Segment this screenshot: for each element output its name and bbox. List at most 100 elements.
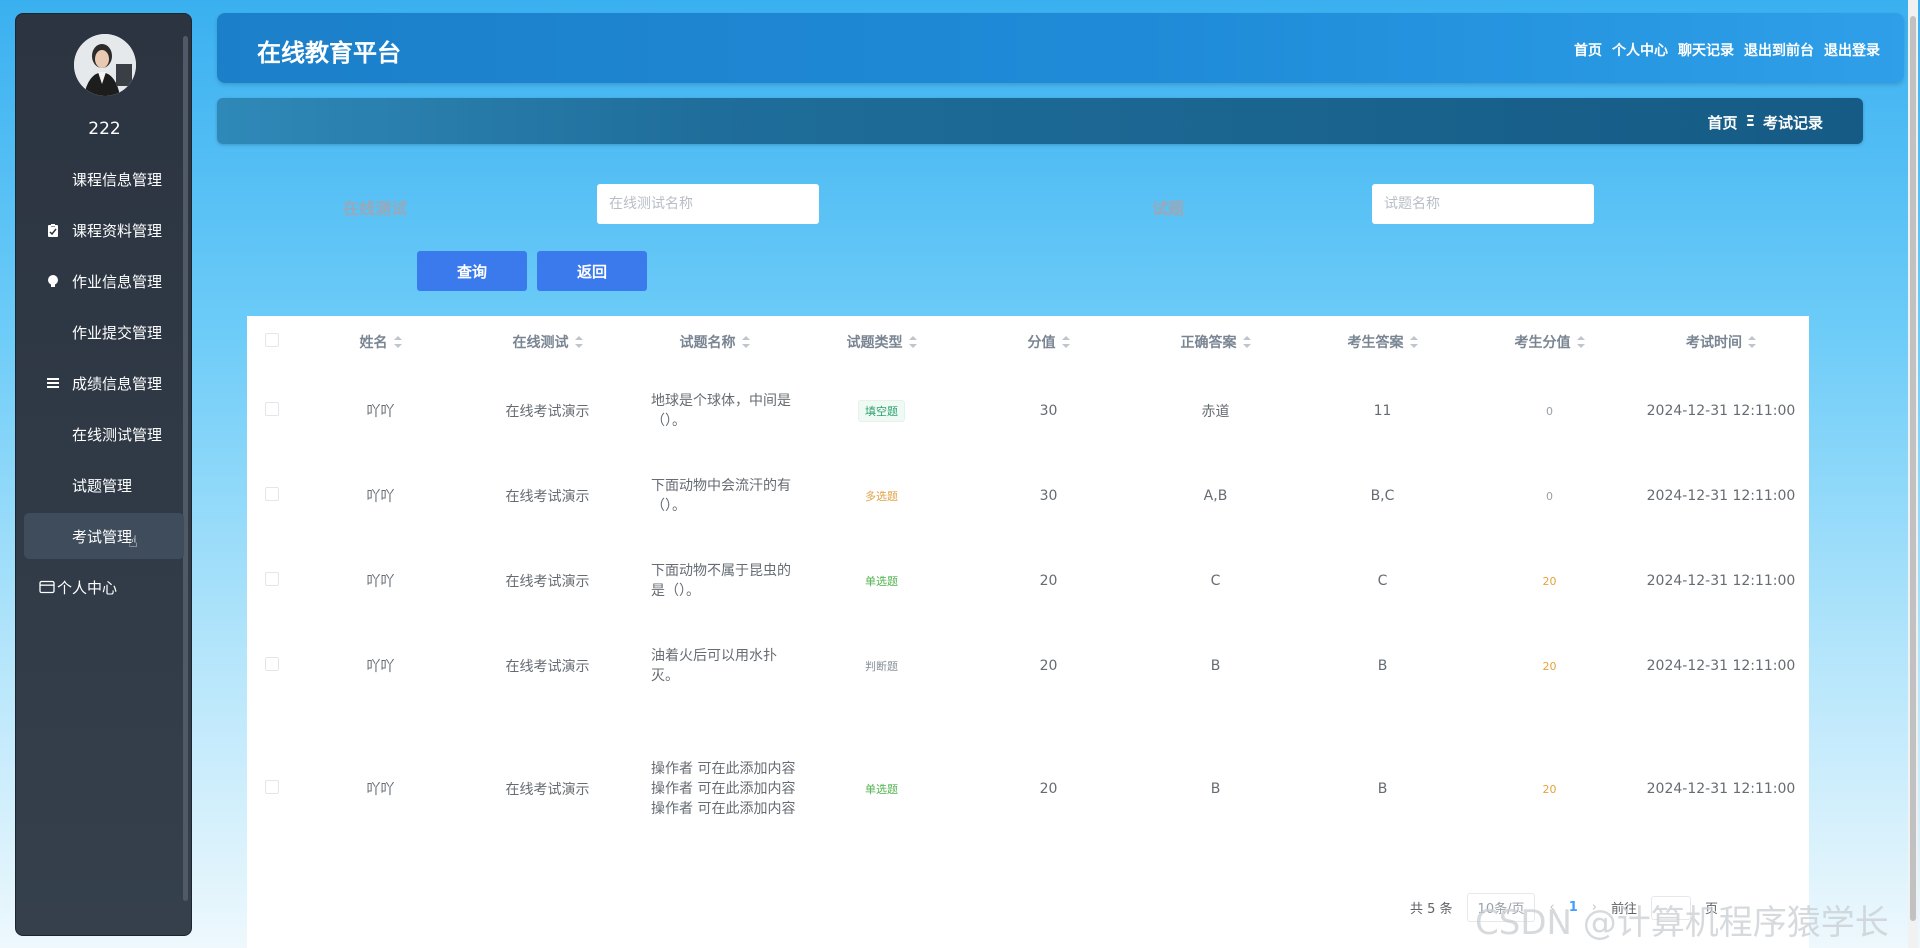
row-checkbox[interactable] xyxy=(265,571,279,586)
sidebar-item-label: 考试管理 xyxy=(72,527,133,546)
sort-icon[interactable] xyxy=(1409,336,1418,348)
cell-question: 下面动物不属于昆虫的是（）。 xyxy=(651,562,791,599)
cell-score: 20 xyxy=(1039,781,1058,797)
cell-student-answer: B xyxy=(1377,781,1388,797)
header-nav: 首页 个人中心 聊天记录 退出到前台 退出登录 xyxy=(1574,40,1880,60)
cell-score: 30 xyxy=(1039,487,1058,504)
cell-test: 在线考试演示 xyxy=(505,403,590,420)
column-header[interactable]: 试题名称 xyxy=(631,316,798,368)
cell-question: 油着火后可以用水扑灭。 xyxy=(651,647,777,684)
column-header[interactable]: 正确答案 xyxy=(1132,316,1299,368)
cell-correct-answer: 赤道 xyxy=(1201,403,1230,420)
query-button[interactable]: 查询 xyxy=(417,251,527,291)
sidebar-item-homework-info[interactable]: 作业信息管理 xyxy=(24,258,184,304)
column-header[interactable]: 考生答案 xyxy=(1299,316,1466,368)
sort-icon[interactable] xyxy=(574,336,583,348)
page-scrollbar-thumb[interactable] xyxy=(1910,16,1916,921)
sort-icon[interactable] xyxy=(1748,336,1756,348)
sidebar: 222 课程信息管理 课程资料管理 作业信息管理 作业提交管理 成绩信息管理 在… xyxy=(15,13,192,936)
back-button[interactable]: 返回 xyxy=(537,251,647,291)
question-type-badge: 单选题 xyxy=(865,574,898,588)
online-test-label: 在线测试 xyxy=(343,199,408,218)
grid-icon xyxy=(46,172,60,186)
nav-chat-records[interactable]: 聊天记录 xyxy=(1678,40,1734,60)
nav-exit-to-front[interactable]: 退出到前台 xyxy=(1744,40,1814,60)
column-header[interactable]: 试题类型 xyxy=(798,316,965,368)
nav-logout[interactable]: 退出登录 xyxy=(1824,40,1880,60)
sidebar-item-label: 课程资料管理 xyxy=(72,221,163,240)
cell-student-score: 20 xyxy=(1542,783,1557,796)
cell-exam-time: 2024-12-31 12:11:00 xyxy=(1646,402,1796,419)
question-type-badge: 单选题 xyxy=(865,783,898,796)
cell-student-score: 20 xyxy=(1542,659,1557,673)
sidebar-item-personal-center[interactable]: 个人中心 xyxy=(24,564,184,610)
cell-correct-answer: A,B xyxy=(1203,487,1228,504)
cell-student-answer: 11 xyxy=(1373,402,1392,419)
question-search-input[interactable] xyxy=(1372,184,1594,224)
sort-icon[interactable] xyxy=(1061,336,1070,348)
watermark: CSDN @计算机程序猿学长 xyxy=(1475,903,1889,943)
cell-score: 20 xyxy=(1039,657,1058,674)
table-row[interactable]: 吖吖 在线考试演示 油着火后可以用水扑灭。 判断题 20 B B 20 2024… xyxy=(247,623,1809,708)
sidebar-item-questions[interactable]: 试题管理 xyxy=(24,462,184,508)
sort-icon[interactable] xyxy=(908,336,917,348)
sort-icon[interactable] xyxy=(741,336,750,348)
cell-test: 在线考试演示 xyxy=(505,658,590,675)
table-row[interactable]: 吖吖 在线考试演示 下面动物中会流汗的有（）。 多选题 30 A,B B,C 0… xyxy=(247,453,1809,538)
sidebar-item-homework-submit[interactable]: 作业提交管理 xyxy=(24,309,184,355)
cell-exam-time: 2024-12-31 12:11:00 xyxy=(1646,487,1796,504)
sidebar-item-online-test[interactable]: 在线测试管理 xyxy=(24,411,184,457)
select-all-checkbox[interactable] xyxy=(265,333,279,347)
cell-correct-answer: B xyxy=(1210,781,1221,797)
sidebar-item-course-info[interactable]: 课程信息管理 xyxy=(24,156,184,202)
cell-student-answer: B,C xyxy=(1370,487,1395,504)
nav-personal-center[interactable]: 个人中心 xyxy=(1612,40,1668,60)
question-type-badge: 多选题 xyxy=(865,489,898,503)
sidebar-item-label: 在线测试管理 xyxy=(72,425,163,444)
breadcrumb-bar: 首页 Ξ 考试记录 xyxy=(217,98,1863,144)
nav-home[interactable]: 首页 xyxy=(1574,40,1602,60)
sidebar-item-exams[interactable]: 考试管理 ☝ xyxy=(24,513,184,559)
cell-name: 吖吖 xyxy=(366,573,395,590)
sidebar-item-label: 个人中心 xyxy=(57,578,118,597)
row-checkbox[interactable] xyxy=(265,486,279,501)
cell-question: 下面动物中会流汗的有（）。 xyxy=(651,477,791,514)
cell-exam-time: 2024-12-31 12:11:00 xyxy=(1646,572,1796,589)
sidebar-menu: 课程信息管理 课程资料管理 作业信息管理 作业提交管理 成绩信息管理 在线测试管… xyxy=(24,156,184,615)
sort-icon[interactable] xyxy=(1576,336,1585,348)
cell-name: 吖吖 xyxy=(366,488,395,505)
column-header[interactable]: 在线测试 xyxy=(464,316,631,368)
column-header[interactable]: 考试时间 xyxy=(1633,316,1809,368)
row-checkbox[interactable] xyxy=(265,656,279,671)
cell-student-answer: C xyxy=(1377,572,1388,589)
table-row[interactable]: 吖吖 在线考试演示 下面动物不属于昆虫的是（）。 单选题 20 C C 20 2… xyxy=(247,538,1809,623)
sidebar-item-label: 作业信息管理 xyxy=(72,272,163,291)
grid-icon xyxy=(46,427,60,441)
cell-name: 吖吖 xyxy=(366,782,395,798)
row-checkbox[interactable] xyxy=(265,401,279,416)
cell-correct-answer: C xyxy=(1210,572,1221,589)
table-row[interactable]: 吖吖 在线考试演示 操作者 可在此添加内容 操作者 可在此添加内容 操作者 可在… xyxy=(247,708,1809,870)
breadcrumb-home[interactable]: 首页 xyxy=(1707,112,1737,133)
sort-icon[interactable] xyxy=(1242,336,1251,348)
sidebar-item-label: 作业提交管理 xyxy=(72,323,163,342)
cell-student-score: 0 xyxy=(1546,489,1553,503)
page-scrollbar[interactable] xyxy=(1908,0,1918,948)
sort-icon[interactable] xyxy=(393,336,402,348)
cell-student-score: 20 xyxy=(1542,574,1557,588)
column-header[interactable]: 姓名 xyxy=(297,316,464,368)
cell-question: 操作者 可在此添加内容 操作者 可在此添加内容 操作者 可在此添加内容 xyxy=(651,761,796,817)
sidebar-item-grades[interactable]: 成绩信息管理 xyxy=(24,360,184,406)
top-header: 在线教育平台 首页 个人中心 聊天记录 退出到前台 退出登录 xyxy=(217,13,1904,83)
row-checkbox[interactable] xyxy=(265,780,279,794)
column-header[interactable]: 考生分值 xyxy=(1466,316,1633,368)
table-row[interactable]: 吖吖 在线考试演示 地球是个球体，中间是（）。 填空题 30 赤道 11 0 2… xyxy=(247,368,1809,453)
online-test-search-input[interactable] xyxy=(597,184,819,224)
column-header[interactable]: 分值 xyxy=(965,316,1132,368)
sidebar-item-course-material[interactable]: 课程资料管理 xyxy=(24,207,184,253)
breadcrumb: 首页 Ξ 考试记录 xyxy=(1707,112,1823,133)
cell-name: 吖吖 xyxy=(366,403,395,420)
exam-records-table: 姓名 在线测试 试题名称 试题类型 分值 正确答案 考生答案 考生分值 考试时间… xyxy=(247,316,1809,948)
cell-test: 在线考试演示 xyxy=(505,488,590,505)
grid-icon xyxy=(46,478,60,492)
